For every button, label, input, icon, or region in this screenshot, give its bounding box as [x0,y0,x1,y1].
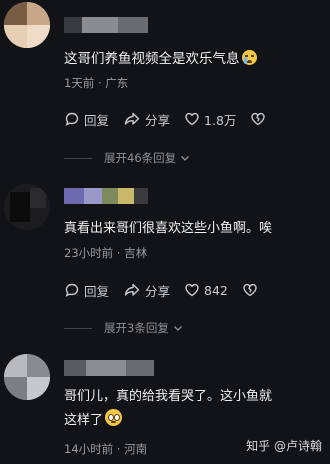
heart-icon [185,112,199,126]
comment-text: 这哥们养鱼视频全是欢乐气息 [64,48,257,70]
expand-label: 展开46条回复 [104,151,177,165]
share-label: 分享 [145,283,171,299]
divider [64,327,92,329]
reply-button[interactable]: 回复 [64,281,109,300]
like-button[interactable]: 1.8万 [184,110,236,129]
avatar[interactable] [4,2,50,48]
share-icon [124,283,140,296]
dislike-button[interactable] [250,111,270,127]
heart-icon [185,283,199,297]
comment-meta: 1天前 · 广东 [64,76,129,90]
comment-meta: 14小时前 · 河南 [64,442,148,456]
expand-label: 展开3条回复 [104,321,169,335]
reply-label: 回复 [84,283,110,299]
chevron-down-icon [181,156,190,161]
chevron-down-icon [173,326,182,331]
comment-text-line-1: 哥们儿，真的给我看哭了。这小鱼就 [64,389,273,404]
avatar[interactable] [4,184,50,230]
reply-icon [65,112,79,126]
comment-actions: 回复 分享 1.8万 [64,109,284,129]
username-blurred[interactable] [64,188,148,204]
expand-replies[interactable]: 展开3条回复 [64,320,264,336]
comment-text: 真看出来哥们很喜欢这些小鱼啊。唉 [64,221,273,236]
like-count: 842 [204,282,228,298]
comment-meta: 23小时前 · 吉林 [64,246,148,260]
comment-1: 这哥们养鱼视频全是欢乐气息 1天前 · 广东 回复 分享 1.8万 展开46条回… [0,0,330,170]
username-blurred[interactable] [64,17,148,33]
username-blurred[interactable] [64,360,154,376]
broken-heart-icon [243,283,257,297]
like-button[interactable]: 842 [184,282,228,298]
share-icon [124,112,140,125]
crying-face-icon [241,50,257,65]
pleading-face-icon [105,409,123,426]
reply-icon [65,283,79,297]
comment-actions: 回复 分享 842 [64,280,276,300]
like-count: 1.8万 [204,112,237,128]
divider [64,157,92,159]
watermark: 知乎 @卢诗翰 [246,439,322,453]
share-button[interactable]: 分享 [123,110,170,129]
share-button[interactable]: 分享 [123,281,170,300]
share-label: 分享 [145,112,171,128]
comment-2: 真看出来哥们很喜欢这些小鱼啊。唉 23小时前 · 吉林 回复 分享 842 展开… [0,170,330,340]
expand-replies[interactable]: 展开46条回复 [64,150,264,166]
reply-button[interactable]: 回复 [64,110,109,129]
avatar[interactable] [4,354,50,400]
reply-label: 回复 [84,112,110,128]
comment-text-line-2: 这样了 [64,409,123,432]
dislike-button[interactable] [242,282,262,298]
broken-heart-icon [251,112,266,126]
